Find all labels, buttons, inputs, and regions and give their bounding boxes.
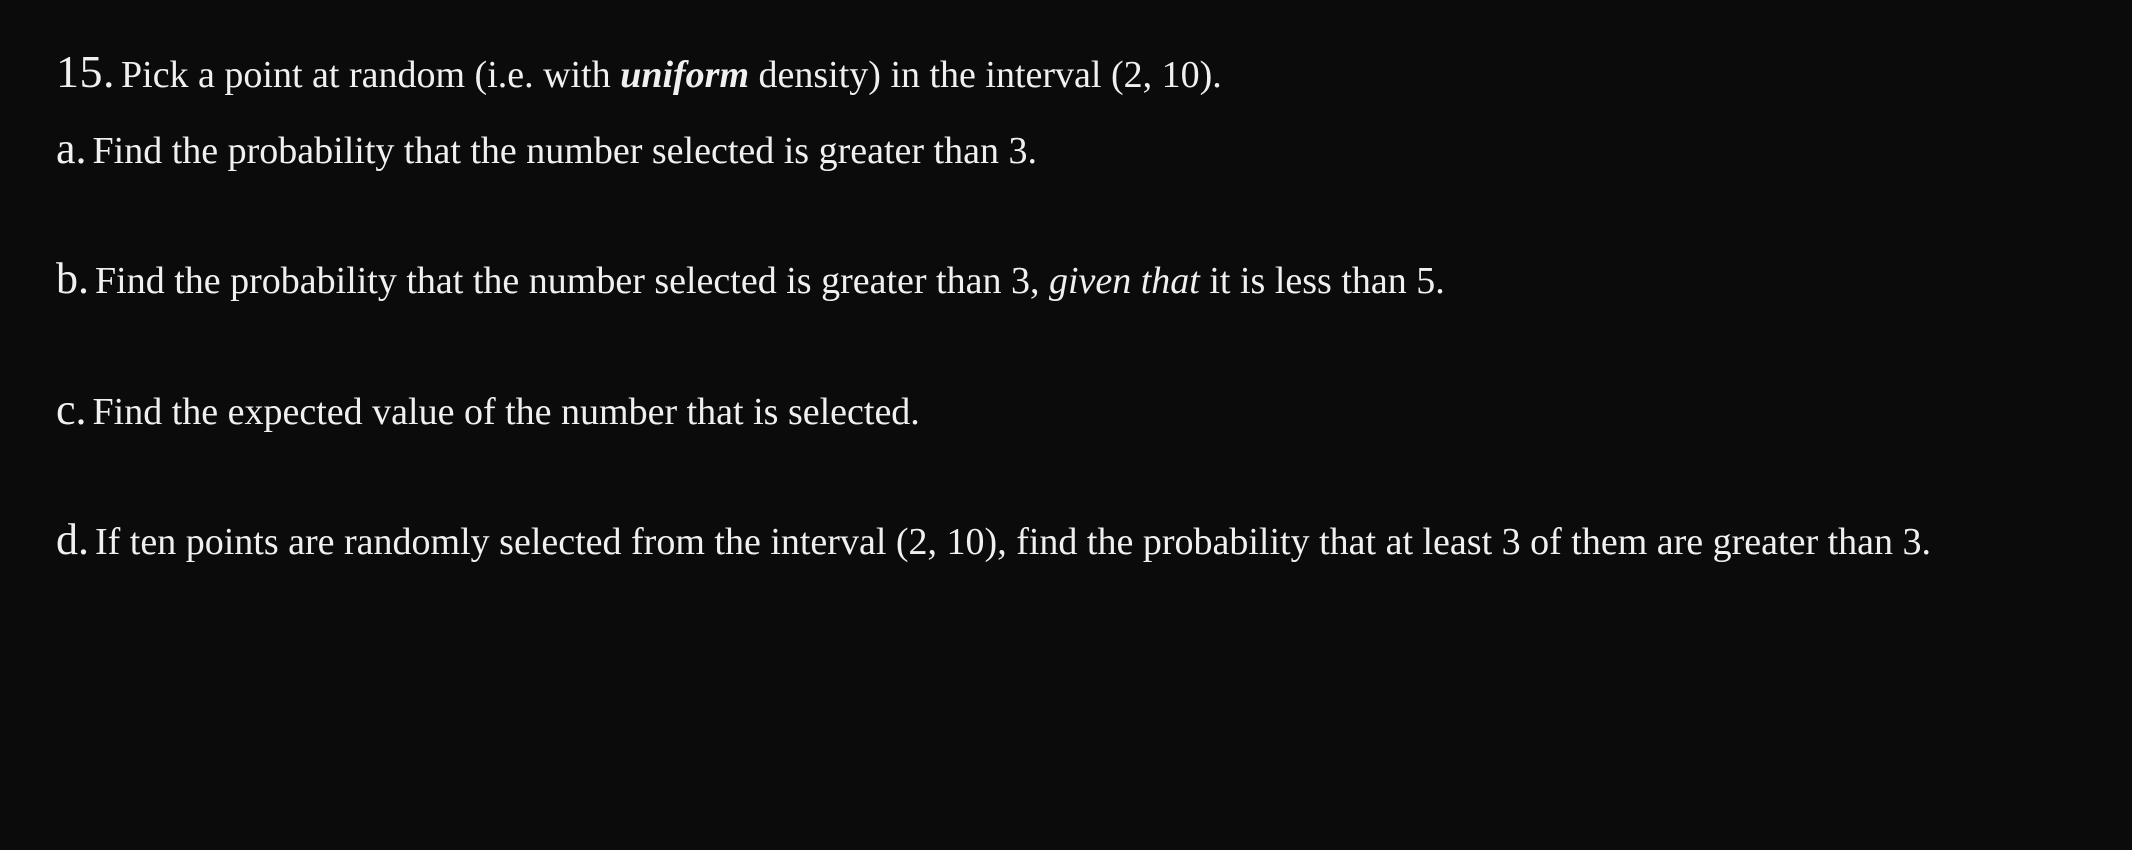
problem-page: 15. Pick a point at random (i.e. with un…: [0, 0, 2132, 850]
intro-text-prefix: Pick a point at random (i.e. with: [121, 54, 620, 96]
part-a: a. Find the probability that the number …: [56, 115, 2092, 183]
part-b-prefix: Find the probability that the number sel…: [95, 260, 1049, 302]
part-d-interval: (2, 10): [896, 521, 997, 563]
part-c: c. Find the expected value of the number…: [56, 376, 2092, 444]
intro-text-mid: density) in the interval: [749, 54, 1111, 96]
part-a-label: a.: [56, 124, 87, 173]
part-c-text: Find the expected value of the number th…: [93, 391, 920, 433]
part-b: b. Find the probability that the number …: [56, 245, 2092, 313]
intro-uniform: uniform: [620, 54, 749, 96]
part-d-suffix: , find the probability that at least 3 o…: [997, 521, 1931, 563]
intro-interval: (2, 10): [1111, 54, 1212, 96]
part-d-prefix: If ten points are randomly selected from…: [95, 521, 896, 563]
intro-text-suffix: .: [1212, 54, 1222, 96]
part-b-label: b.: [56, 254, 89, 303]
part-b-given: given that: [1049, 260, 1200, 302]
part-c-label: c.: [56, 385, 87, 434]
part-d-label: d.: [56, 515, 89, 564]
part-d: d. If ten points are randomly selected f…: [56, 506, 2092, 574]
part-a-text: Find the probability that the number sel…: [93, 130, 1037, 172]
problem-number: 15.: [56, 46, 115, 97]
part-b-suffix: it is less than 5.: [1200, 260, 1445, 302]
problem-intro: 15. Pick a point at random (i.e. with un…: [56, 36, 2092, 107]
